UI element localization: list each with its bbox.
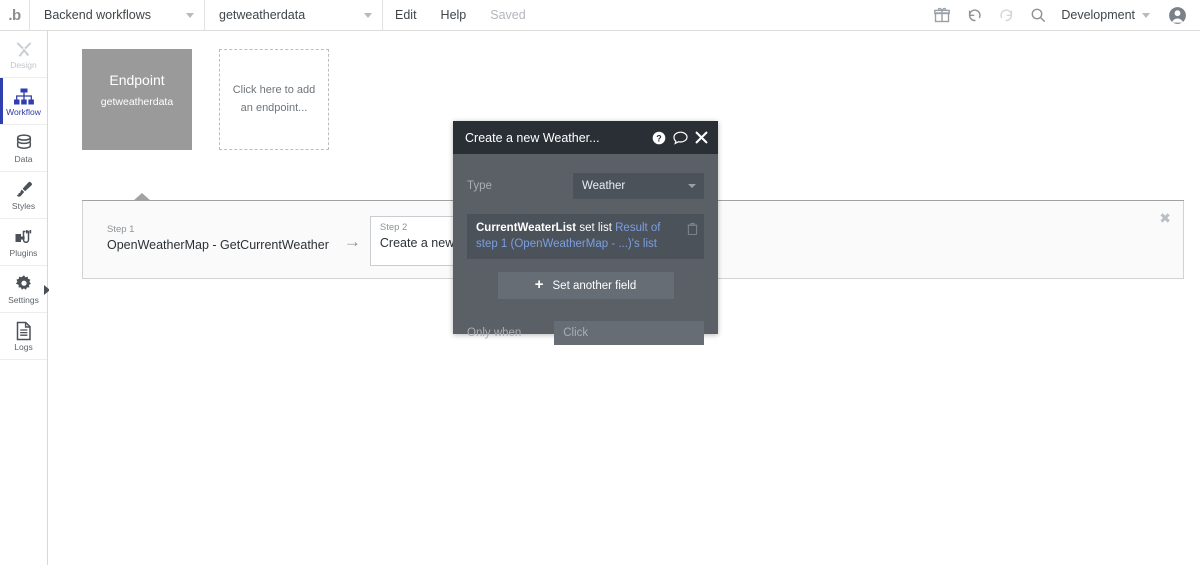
design-tools-icon [14, 39, 34, 59]
help-circle-icon[interactable]: ? [652, 131, 666, 145]
user-avatar-icon[interactable] [1162, 0, 1192, 30]
endpoint-card-subtitle: getweatherdata [100, 96, 174, 108]
bubble-logo-icon: .b [8, 6, 21, 24]
workflow-hierarchy-icon [13, 86, 35, 106]
database-icon [14, 133, 34, 153]
create-new-weather-dialog: Create a new Weather... ? Type Weather C… [453, 121, 718, 346]
sidebar-item-label: Plugins [9, 247, 38, 258]
sidebar-item-label: Styles [11, 200, 36, 211]
environment-value: Development [1061, 8, 1135, 22]
step-arrow-icon: → [343, 231, 361, 251]
left-sidebar: Design Workflow Data Styles Plugins Sett… [0, 31, 50, 565]
search-icon[interactable] [1023, 0, 1053, 30]
sidebar-item-label: Logs [14, 341, 33, 352]
topbar-actions: Development [927, 0, 1200, 30]
app-selector-dropdown[interactable]: Backend workflows [30, 0, 205, 30]
document-lines-icon [15, 321, 33, 341]
step-name: OpenWeatherMap - GetCurrentWeather [107, 238, 329, 252]
field-operator: set list [579, 222, 612, 234]
plugins-icon [14, 227, 34, 247]
type-row: Type Weather [467, 171, 704, 200]
sidebar-item-label: Workflow [6, 106, 41, 117]
type-dropdown-value: Weather [582, 179, 626, 192]
sidebar-item-settings[interactable]: Settings [0, 266, 47, 313]
comment-bubble-icon[interactable] [673, 131, 688, 145]
sidebar-item-data[interactable]: Data [0, 125, 47, 172]
endpoint-card[interactable]: Endpoint getweatherdata [82, 49, 192, 150]
page-selector-value: getweatherdata [219, 8, 306, 22]
dialog-title: Create a new Weather... [465, 130, 600, 145]
chevron-down-icon [1142, 12, 1150, 18]
paintbrush-icon [14, 180, 34, 200]
edit-menu[interactable]: Edit [383, 0, 429, 30]
sidebar-item-styles[interactable]: Styles [0, 172, 47, 219]
app-selector-value: Backend workflows [44, 8, 151, 22]
field-assignment-text: CurrentWeaterList set list Result of ste… [476, 221, 678, 252]
sidebar-item-design[interactable]: Design [0, 31, 47, 78]
chevron-down-icon [186, 12, 194, 18]
set-another-field-button[interactable]: + Set another field [497, 272, 674, 300]
type-dropdown[interactable]: Weather [573, 172, 704, 199]
endpoint-card-title: Endpoint [109, 72, 165, 88]
workflow-step-1[interactable]: Step 1 OpenWeatherMap - GetCurrentWeathe… [103, 216, 335, 260]
close-icon[interactable]: ✖ [1159, 211, 1171, 225]
trash-icon[interactable] [687, 222, 698, 240]
only-when-label: Only when [467, 327, 522, 340]
sidebar-item-logs[interactable]: Logs [0, 313, 47, 360]
endpoint-row: Endpoint getweatherdata Click here to ad… [82, 49, 329, 150]
app-logo[interactable]: .b [0, 0, 30, 30]
dialog-header: Create a new Weather... ? [453, 121, 718, 154]
save-status: Saved [490, 8, 526, 22]
help-menu[interactable]: Help [429, 0, 479, 30]
sidebar-item-plugins[interactable]: Plugins [0, 219, 47, 266]
chevron-down-icon [364, 12, 372, 18]
only-when-input[interactable]: Click [554, 321, 704, 346]
sidebar-item-label: Settings [8, 294, 39, 305]
dialog-header-icons: ? [652, 131, 708, 145]
field-value-line2[interactable]: (OpenWeatherMap - ...)'s list [511, 238, 657, 250]
svg-text:?: ? [656, 133, 662, 143]
add-endpoint-card[interactable]: Click here to add an endpoint... [219, 49, 329, 150]
dialog-body: Type Weather CurrentWeaterList set list … [453, 154, 718, 346]
close-icon[interactable] [695, 131, 708, 144]
sidebar-item-label: Data [14, 153, 33, 164]
set-another-field-label: Set another field [552, 279, 637, 292]
type-label: Type [467, 179, 492, 192]
page-selector-dropdown[interactable]: getweatherdata [205, 0, 383, 30]
sidebar-item-workflow[interactable]: Workflow [0, 78, 47, 125]
sidebar-item-label: Design [10, 59, 37, 70]
redo-icon [991, 0, 1021, 30]
undo-icon[interactable] [959, 0, 989, 30]
field-assignment-row[interactable]: CurrentWeaterList set list Result of ste… [467, 214, 704, 260]
gift-icon[interactable] [927, 0, 957, 30]
top-bar: .b Backend workflows getweatherdata Edit… [0, 0, 1200, 31]
gear-icon [14, 274, 34, 294]
only-when-row: Only when Click [467, 321, 704, 346]
environment-selector[interactable]: Development [1055, 8, 1160, 22]
step-number-label: Step 1 [107, 224, 135, 235]
plus-icon: + [534, 276, 544, 294]
chevron-down-icon [688, 183, 696, 188]
field-name: CurrentWeaterList [476, 222, 577, 234]
